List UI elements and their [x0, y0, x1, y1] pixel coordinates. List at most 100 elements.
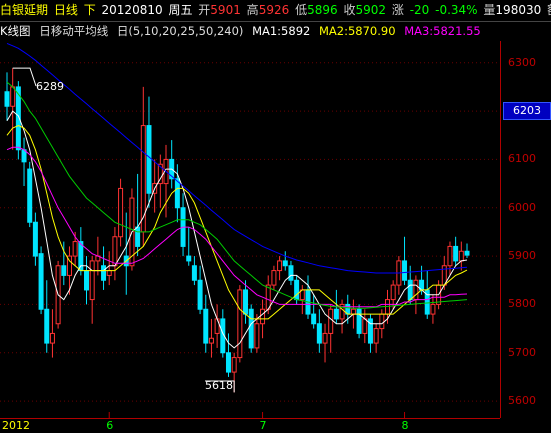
price-tick-label: 5600 [508, 394, 536, 408]
weekday-label: 周五 [168, 3, 193, 17]
candle-down [197, 279, 203, 310]
volume-value: 198030 [495, 3, 542, 17]
current-price-tag: 6203 [503, 101, 551, 120]
time-tick-label: 8 [401, 419, 409, 432]
candle-down [191, 265, 197, 281]
price-tick-label: 5800 [508, 297, 536, 311]
candlestick-chart[interactable] [0, 41, 501, 418]
time-axis: 2012 6 7 8 [0, 418, 500, 433]
volume-label: 量 [483, 3, 496, 17]
candle-up [430, 303, 436, 315]
candle-up [390, 284, 396, 301]
kline-title: K线图 [0, 24, 31, 38]
close-value: 5902 [355, 3, 387, 17]
candle-down [464, 250, 470, 256]
direction-label: 下 [83, 3, 96, 17]
low-annotation: 5618 [205, 379, 233, 392]
candle-down [225, 352, 231, 373]
candle-down [61, 265, 67, 276]
candle-down [186, 255, 192, 262]
open-label: 开 [198, 3, 211, 17]
high-annotation: 6289 [36, 80, 64, 93]
candle-up [277, 260, 283, 272]
chart-canvas[interactable] [0, 41, 500, 418]
candle-down [356, 308, 362, 334]
candle-down [407, 279, 413, 301]
candle-down [84, 270, 90, 291]
high-label: 高 [246, 3, 259, 17]
ma1-value: MA1:5892 [252, 24, 311, 38]
candle-up [379, 313, 385, 330]
candle-down [146, 125, 152, 194]
candle-down [316, 323, 322, 344]
candle-up [254, 323, 260, 349]
close-label: 收 [343, 3, 356, 17]
low-label: 低 [295, 3, 308, 17]
candle-up [447, 245, 453, 267]
time-tick-label: 7 [259, 419, 267, 432]
candle-down [38, 253, 44, 310]
candle-up [260, 308, 266, 325]
candle-down [402, 260, 408, 281]
candle-up [231, 357, 237, 373]
candle-up [72, 241, 78, 257]
candle-up [237, 289, 243, 359]
candle-up [140, 125, 146, 233]
low-value: 5896 [307, 3, 338, 17]
candle-up [265, 284, 271, 310]
candle-down [135, 226, 141, 247]
candle-down [32, 221, 38, 257]
candle-up [10, 86, 16, 107]
candle-down [203, 308, 209, 344]
candle-up [322, 332, 328, 344]
candle-down [453, 245, 459, 262]
high-callout [12, 67, 37, 87]
ma-toggle[interactable]: 日移动平均线 [39, 24, 108, 38]
candle-down [27, 168, 33, 223]
price-tick-label: 6300 [508, 55, 536, 69]
candle-up [106, 270, 112, 276]
candle-down [282, 260, 288, 267]
candle-down [294, 279, 300, 301]
candle-down [248, 308, 254, 349]
open-value: 5901 [210, 3, 241, 17]
candle-up [413, 279, 419, 301]
ma3-value: MA3:5821.55 [404, 24, 481, 38]
change-label: 涨 [391, 3, 404, 17]
candle-up [458, 250, 464, 262]
indicator-bar: K线图 日移动平均线 日(5,10,20,25,50,240) MA1:5892… [0, 22, 500, 40]
price-tick-label: 5900 [508, 249, 536, 263]
candle-up [89, 260, 95, 301]
candle-up [271, 270, 277, 286]
candle-down [174, 178, 180, 209]
candle-up [214, 318, 220, 334]
candle-down [101, 265, 107, 281]
candle-down [288, 265, 294, 281]
instrument-name[interactable]: 白银延期 [0, 3, 48, 17]
candle-up [350, 308, 356, 315]
high-value: 5926 [258, 3, 290, 17]
candle-up [118, 187, 124, 238]
candle-down [44, 308, 50, 344]
price-tick-label: 6000 [508, 200, 536, 214]
price-tick-label: 6100 [508, 152, 536, 166]
candle-up [362, 318, 368, 334]
change-percent: -0.34% [435, 3, 478, 17]
amount-label: 额 [547, 3, 551, 17]
change-value: -20 [409, 3, 430, 17]
candle-up [208, 337, 214, 344]
ma-line-ma5 [6, 110, 468, 349]
ma-line-ma10 [6, 125, 468, 320]
candle-up [328, 308, 334, 334]
ma2-value: MA2:5870.90 [318, 24, 396, 38]
price-axis: 63006200610060005900580057005600 [500, 41, 551, 432]
candle-up [373, 328, 379, 344]
ma-params-toggle[interactable]: 日(5,10,20,25,50,240) [117, 24, 244, 38]
candle-up [112, 236, 118, 267]
period-label[interactable]: 日线 [54, 3, 78, 17]
date-label: 20120810 [101, 3, 163, 17]
quote-header: 白银延期 日线 下 20120810 周五 开5901 高5926 低5896 … [0, 0, 551, 22]
candle-down [311, 313, 317, 325]
price-tick-label: 5700 [508, 345, 536, 359]
candle-down [333, 308, 339, 320]
